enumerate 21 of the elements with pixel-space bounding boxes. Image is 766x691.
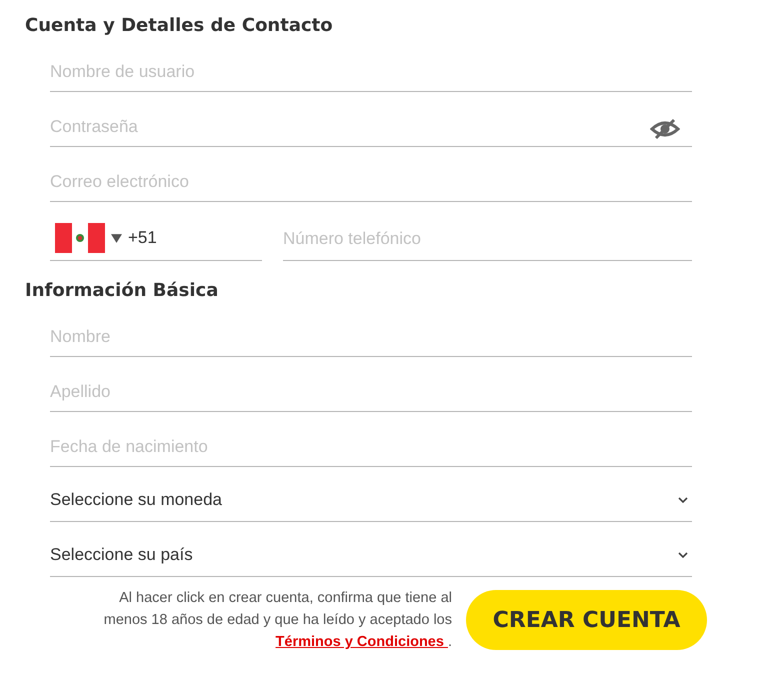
input-field[interactable]: Apellido (50, 357, 692, 412)
phone-field[interactable]: Número telefónico (283, 202, 692, 261)
select-field[interactable]: Seleccione su moneda (50, 467, 692, 522)
input-field[interactable]: Nombre de usuario (50, 48, 692, 92)
caret-icon (111, 234, 122, 242)
input-field[interactable]: Nombre (50, 313, 692, 357)
section-heading: Cuenta y Detalles de Contacto (25, 14, 334, 38)
country-code: +51 (128, 228, 157, 248)
eye-slash-icon[interactable] (650, 118, 680, 140)
country-code-select[interactable]: +51 (50, 202, 262, 261)
chevron-down-icon (678, 497, 688, 503)
select-field[interactable]: Seleccione su país (50, 522, 692, 577)
chevron-down-icon (678, 552, 688, 558)
create-account-button[interactable]: CREAR CUENTA (466, 590, 707, 650)
terms-text: Al hacer click en crear cuenta, confirma que tiene al menos 18 años de edad y que ha leído y aceptado los Términos y Condiciones . (102, 589, 452, 652)
terms-link[interactable]: Términos y Condiciones (276, 634, 448, 650)
input-field[interactable]: Fecha de nacimiento (50, 412, 692, 467)
section-heading: Información Básica (25, 279, 220, 303)
flag-icon (55, 223, 105, 253)
password-field[interactable]: Contraseña (50, 92, 692, 147)
input-field[interactable]: Correo electrónico (50, 147, 692, 202)
